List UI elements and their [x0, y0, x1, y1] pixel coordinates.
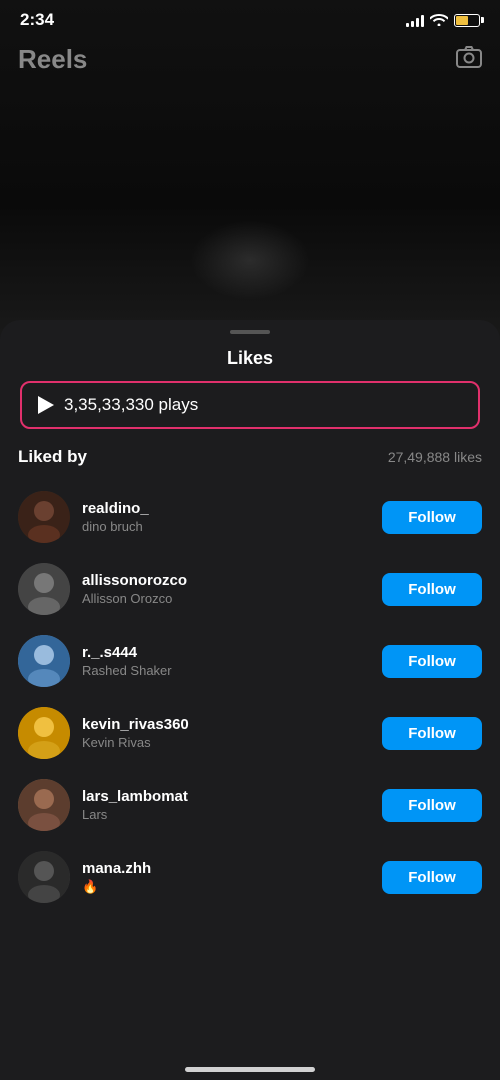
display-name: Kevin Rivas — [82, 735, 370, 750]
list-item: allissonorozco Allisson Orozco Follow — [0, 553, 500, 625]
follow-button[interactable]: Follow — [382, 717, 482, 750]
display-name: dino bruch — [82, 519, 370, 534]
play-icon — [38, 396, 54, 414]
user-list: realdino_ dino bruch Follow allissonoroz… — [0, 481, 500, 1080]
sheet-title: Likes — [0, 334, 500, 381]
display-name: Lars — [82, 807, 370, 822]
status-icons — [406, 12, 480, 29]
home-indicator — [185, 1067, 315, 1072]
list-item: realdino_ dino bruch Follow — [0, 481, 500, 553]
liked-by-label: Liked by — [18, 447, 87, 467]
liked-by-header: Liked by 27,49,888 likes — [0, 447, 500, 481]
status-bar: 2:34 — [0, 0, 500, 36]
user-info: kevin_rivas360 Kevin Rivas — [82, 716, 370, 750]
likes-count: 27,49,888 likes — [388, 449, 482, 465]
username: realdino_ — [82, 500, 370, 517]
username: lars_lambomat — [82, 788, 370, 805]
likes-sheet: Likes 3,35,33,330 plays Liked by 27,49,8… — [0, 320, 500, 1080]
list-item: mana.zhh 🔥 Follow — [0, 841, 500, 913]
page-title: Reels — [18, 44, 87, 75]
username: kevin_rivas360 — [82, 716, 370, 733]
plays-count: 3,35,33,330 plays — [64, 395, 198, 415]
signal-icon — [406, 13, 424, 27]
list-item: r._.s444 Rashed Shaker Follow — [0, 625, 500, 697]
avatar — [18, 635, 70, 687]
camera-icon[interactable] — [456, 45, 482, 75]
username: r._.s444 — [82, 644, 370, 661]
list-item: lars_lambomat Lars Follow — [0, 769, 500, 841]
avatar — [18, 851, 70, 903]
username: allissonorozco — [82, 572, 370, 589]
status-time: 2:34 — [20, 10, 54, 30]
user-info: mana.zhh 🔥 — [82, 860, 370, 895]
display-name: 🔥 — [82, 879, 370, 895]
follow-button[interactable]: Follow — [382, 573, 482, 606]
plays-box: 3,35,33,330 plays — [20, 381, 480, 429]
avatar — [18, 563, 70, 615]
user-info: r._.s444 Rashed Shaker — [82, 644, 370, 678]
follow-button[interactable]: Follow — [382, 861, 482, 894]
user-info: lars_lambomat Lars — [82, 788, 370, 822]
avatar — [18, 491, 70, 543]
top-bar: Reels — [0, 36, 500, 87]
user-info: realdino_ dino bruch — [82, 500, 370, 534]
username: mana.zhh — [82, 860, 370, 877]
display-name: Allisson Orozco — [82, 591, 370, 606]
avatar — [18, 707, 70, 759]
list-item: kevin_rivas360 Kevin Rivas Follow — [0, 697, 500, 769]
follow-button[interactable]: Follow — [382, 501, 482, 534]
avatar — [18, 779, 70, 831]
follow-button[interactable]: Follow — [382, 789, 482, 822]
follow-button[interactable]: Follow — [382, 645, 482, 678]
display-name: Rashed Shaker — [82, 663, 370, 678]
battery-icon — [454, 14, 480, 27]
user-info: allissonorozco Allisson Orozco — [82, 572, 370, 606]
wifi-icon — [430, 12, 448, 29]
